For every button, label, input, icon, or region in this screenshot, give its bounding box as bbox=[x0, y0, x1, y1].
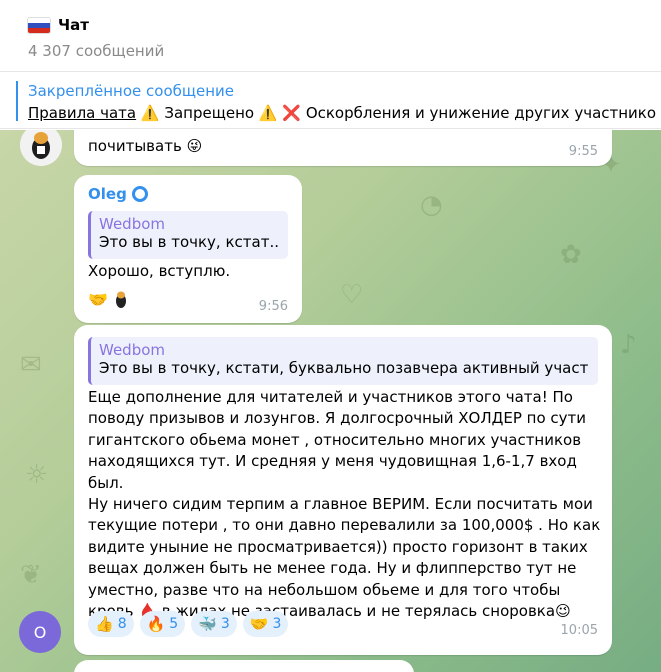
chat-header[interactable]: Чат 4 307 сообщений bbox=[0, 0, 661, 72]
message-text: почитывать 😜 bbox=[88, 137, 203, 155]
pinned-indicator bbox=[16, 81, 18, 121]
reaction-handshake[interactable]: 🤝 3 bbox=[242, 611, 289, 637]
pinned-title: Закреплённое сообщение bbox=[28, 82, 235, 100]
sender-name[interactable]: Oleg bbox=[88, 185, 127, 203]
reply-sender: Wedbom bbox=[99, 341, 166, 359]
reaction-thumbs-up[interactable]: 👍 8 bbox=[88, 611, 134, 637]
reactions-row: 👍 8 🔥 5 🐳 3 🤝 3 bbox=[88, 611, 289, 637]
message-bubble[interactable]: Oleg Wedbom Это вы в точку, кстат... Хор… bbox=[74, 175, 302, 323]
handshake-emoji-icon: 🤝 bbox=[88, 289, 108, 309]
reply-text: Это вы в точку, кстати, буквально позавч… bbox=[99, 359, 590, 377]
message-bubble[interactable] bbox=[74, 660, 414, 672]
chat-title[interactable]: Чат bbox=[58, 16, 89, 34]
avatar[interactable]: O bbox=[19, 611, 61, 653]
verified-ring-icon bbox=[131, 186, 148, 202]
reply-preview[interactable]: Wedbom Это вы в точку, кстати, буквально… bbox=[88, 337, 598, 385]
wink-emoji-icon: 😉 bbox=[555, 602, 571, 621]
avatar[interactable] bbox=[20, 130, 62, 166]
reply-preview[interactable]: Wedbom Это вы в точку, кстат... bbox=[88, 211, 288, 259]
cross-icon: ❌ bbox=[282, 104, 302, 122]
doodle-envelope-icon: ✉ bbox=[20, 350, 42, 380]
fire-icon: 🔥 bbox=[146, 615, 166, 633]
warning-icon: ⚠️ bbox=[258, 104, 278, 122]
message-text: Еще дополнение для читателей и участнико… bbox=[88, 388, 601, 621]
warning-icon: ⚠️ bbox=[140, 104, 160, 122]
doodle-music-icon: ♪ bbox=[620, 330, 637, 360]
doodle-heart-icon: ♡ bbox=[340, 280, 364, 310]
message-time: 9:56 bbox=[258, 299, 288, 314]
reply-sender: Wedbom bbox=[99, 215, 166, 233]
reaction-chip[interactable]: 🤝 bbox=[88, 289, 131, 309]
russia-flag-icon bbox=[28, 17, 50, 33]
pinned-text: Правила чата ⚠️ Запрещено ⚠️ ❌ Оскорблен… bbox=[28, 104, 656, 122]
pinned-rule-text: Оскорбления и унижение других участнико bbox=[305, 104, 657, 122]
thumbs-up-icon: 👍 bbox=[95, 615, 114, 633]
doodle-flower-icon: ✿ bbox=[560, 240, 582, 270]
message-count: 4 307 сообщений bbox=[28, 42, 165, 60]
pinned-forbidden-text: Запрещено bbox=[164, 104, 255, 122]
reactor-avatar bbox=[111, 289, 131, 309]
message-bubble[interactable]: почитывать 😜 9:55 bbox=[74, 130, 612, 166]
doodle-leaf-icon: ❦ bbox=[20, 560, 42, 590]
chat-area[interactable]: ✦ ◔ ✿ ♡ ♪ ✉ ☼ ❦ почитывать 😜 9:55 Oleg W… bbox=[0, 130, 661, 672]
message-bubble[interactable]: Wedbom Это вы в точку, кстати, буквально… bbox=[74, 325, 612, 655]
handshake-icon: 🤝 bbox=[249, 615, 269, 633]
reaction-fire[interactable]: 🔥 5 bbox=[139, 611, 186, 637]
doodle-camera-icon: ◔ bbox=[420, 190, 443, 220]
message-text: Хорошо, вступлю. bbox=[88, 262, 231, 280]
pinned-message-bar[interactable]: Закреплённое сообщение Правила чата ⚠️ З… bbox=[0, 73, 661, 129]
doodle-sun-icon: ☼ bbox=[25, 460, 49, 490]
pinned-link[interactable]: Правила чата bbox=[28, 104, 136, 122]
message-time: 9:55 bbox=[568, 144, 598, 159]
whale-icon: 🐳 bbox=[198, 615, 217, 633]
winking-tongue-emoji-icon: 😜 bbox=[186, 137, 203, 155]
reply-text: Это вы в точку, кстат... bbox=[99, 233, 280, 251]
reaction-whale[interactable]: 🐳 3 bbox=[191, 611, 237, 637]
message-time: 10:05 bbox=[560, 623, 598, 638]
